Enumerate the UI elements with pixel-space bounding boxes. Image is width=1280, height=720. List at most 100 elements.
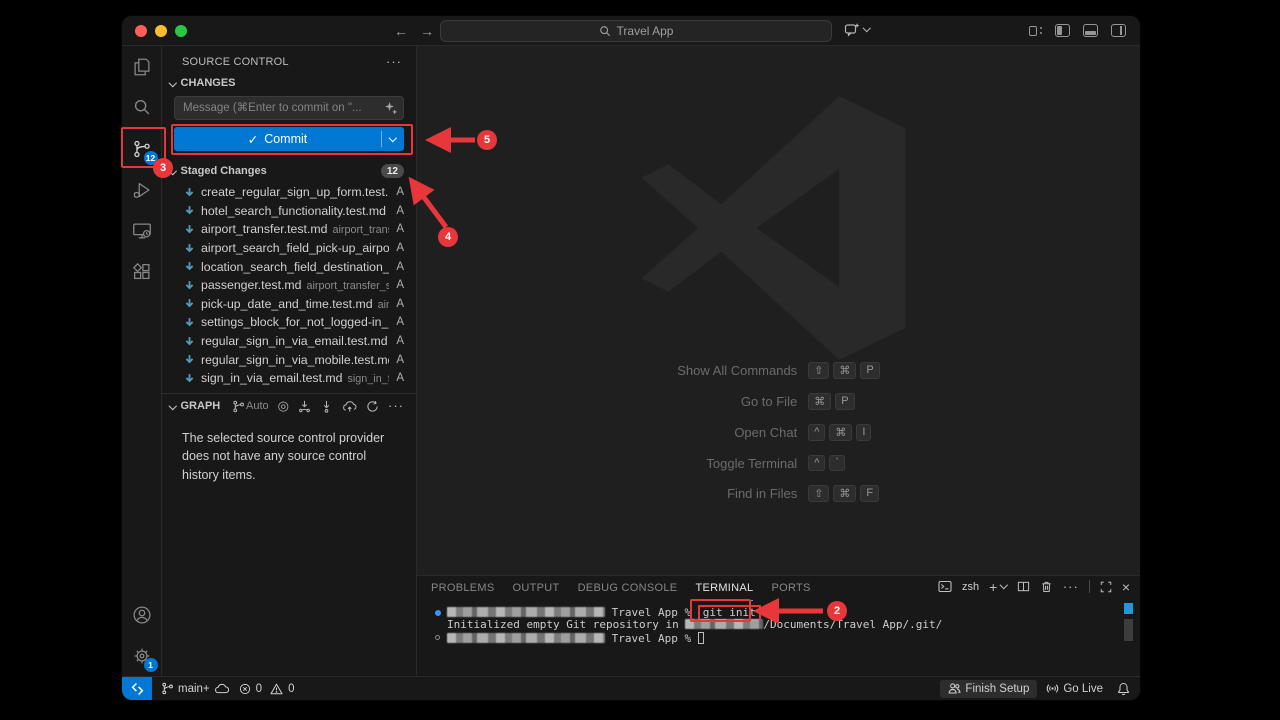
vscode-logo-watermark [639,94,907,362]
remote-explorer-icon[interactable] [122,210,162,251]
terminal-scrollbar-thumb[interactable] [1124,619,1133,641]
finish-setup-button[interactable]: Finish Setup [940,680,1037,698]
warning-count: 0 [288,683,294,695]
branch-status-item[interactable]: main+ [156,682,234,695]
finish-setup-label: Finish Setup [965,683,1029,695]
staged-file-row[interactable]: passenger.test.mdairport_transfer_s...A [162,276,416,295]
staged-file-row[interactable]: settings_block_for_not_logged-in_u...A [162,313,416,332]
fetch-icon[interactable] [298,400,311,413]
redacted-host [447,607,605,617]
go-live-button[interactable]: Go Live [1041,682,1108,695]
file-status-added: A [395,186,404,198]
zoom-window-button[interactable] [175,25,187,37]
toggle-secondary-sidebar-icon[interactable] [1111,24,1126,37]
key-chip: ^ [808,424,825,441]
toggle-panel-icon[interactable] [1083,24,1098,37]
staged-file-row[interactable]: create_regular_sign_up_form.test.md A [162,183,416,202]
accounts-icon[interactable] [122,594,162,635]
markdown-file-icon [184,317,195,328]
staged-file-row[interactable]: regular_sign_in_via_email.test.mdsi...A [162,332,416,351]
staged-file-row[interactable]: airport_transfer.test.mdairport_trans...… [162,220,416,239]
customize-layout-icon[interactable] [1029,26,1042,36]
file-text: pick-up_date_and_time.test.mdairp... [201,297,389,311]
divider [1089,580,1090,593]
kill-terminal-trash-icon[interactable] [1040,580,1053,593]
staged-file-row[interactable]: pick-up_date_and_time.test.mdairp... A [162,295,416,314]
settings-gear-icon[interactable]: 1 [122,635,162,676]
file-name: create_regular_sign_up_form.test.md [201,185,389,199]
title-bar: ← → Travel App [122,16,1140,46]
status-left: main+ 0 0 [152,682,299,695]
maximize-panel-icon[interactable] [1100,581,1112,593]
forward-icon[interactable]: → [420,23,434,39]
key-chip: F [860,485,879,502]
prompt-text: Travel App % [612,632,691,645]
terminal-content[interactable]: Travel App % git init Initialized empty … [447,607,1114,644]
staged-file-row[interactable]: airport_search_field_pick-up_airpor...A [162,239,416,258]
panel-tab-terminal[interactable]: TERMINAL [695,576,753,601]
search-view-icon[interactable] [122,87,162,128]
auto-branch-control[interactable]: Auto [232,400,269,413]
layout-controls [1029,24,1126,37]
terminal-line-output: Initialized empty Git repository in /Doc… [447,619,1114,631]
changes-section-header[interactable]: CHANGES [162,73,416,93]
staged-files-list: create_regular_sign_up_form.test.md Ahote… [162,183,416,388]
problems-status-item[interactable]: 0 0 [234,683,300,695]
staged-file-row[interactable]: location_search_field_destination_l...A [162,257,416,276]
copilot-menu[interactable] [844,22,870,37]
close-panel-icon[interactable]: × [1122,581,1130,593]
file-name: hotel_search_functionality.test.md [201,204,386,218]
staged-changes-header[interactable]: Staged Changes 12 [162,160,416,182]
panel-tab-problems[interactable]: PROBLEMS [431,576,495,601]
key-chip: ⌘ [833,362,856,379]
markdown-file-icon [184,280,195,291]
staged-changes-label: Staged Changes [181,165,267,177]
generate-commit-sparkle-icon[interactable] [384,101,398,115]
shortcut-keys: ⇧⌘P [808,362,880,379]
staged-count-badge: 12 [381,164,404,178]
graph-empty-message: The selected source control provider doe… [162,417,416,485]
branch-icon [161,682,174,695]
commit-button[interactable]: ✓ Commit [174,127,404,151]
toggle-primary-sidebar-icon[interactable] [1055,24,1070,37]
back-icon[interactable]: ← [394,23,408,39]
pull-icon[interactable] [320,400,333,413]
commit-dropdown-button[interactable] [381,131,404,147]
more-actions-icon[interactable]: ··· [1063,583,1079,591]
explorer-icon[interactable] [122,46,162,87]
commit-message-input[interactable] [174,96,404,120]
plus-icon: + [989,581,997,593]
file-status-added: A [395,298,404,310]
target-icon[interactable]: ◎ [278,401,289,411]
output-suffix: /Documents/Travel App/.git/ [763,618,942,631]
shortcut-label: Show All Commands [677,363,797,378]
extensions-icon[interactable] [122,251,162,292]
panel-tab-output[interactable]: OUTPUT [513,576,560,601]
file-text: sign_in_via_email.test.mdsign_in_fo... [201,371,389,385]
redacted-host [447,633,605,643]
more-actions-icon[interactable]: ··· [388,402,404,410]
bottom-panel: PROBLEMS OUTPUT DEBUG CONSOLE TERMINAL PORTS… [417,575,1140,676]
panel-tab-debug-console[interactable]: DEBUG CONSOLE [578,576,678,601]
staged-file-row[interactable]: regular_sign_in_via_mobile.test.md...A [162,350,416,369]
split-terminal-icon[interactable] [1017,580,1030,593]
panel-tab-ports[interactable]: PORTS [771,576,810,601]
new-terminal-button[interactable]: + [989,581,1007,593]
scrollbar-command-decoration [1124,603,1133,614]
refresh-icon[interactable] [366,400,379,413]
annotation-badge-2: 2 [827,601,847,621]
terminal-line-prompt: Travel App % [447,632,1114,644]
close-window-button[interactable] [135,25,147,37]
graph-section-header[interactable]: GRAPH Auto ◎ ··· [162,396,416,417]
minimize-window-button[interactable] [155,25,167,37]
notifications-bell-button[interactable] [1112,682,1132,696]
watermark-shortcuts: Show All Commands⇧⌘PGo to File⌘POpen Cha… [417,362,1140,502]
cloud-icon[interactable] [342,400,357,413]
staged-file-row[interactable]: sign_in_via_email.test.mdsign_in_fo...A [162,369,416,388]
staged-file-row[interactable]: hotel_search_functionality.test.mdA [162,202,416,221]
more-actions-icon[interactable]: ··· [386,58,402,66]
remote-indicator-button[interactable] [122,677,152,700]
command-center-search[interactable]: Travel App [440,20,832,42]
key-chip: ⌘ [829,424,852,441]
editor-area: Show All Commands⇧⌘PGo to File⌘POpen Cha… [417,46,1140,575]
